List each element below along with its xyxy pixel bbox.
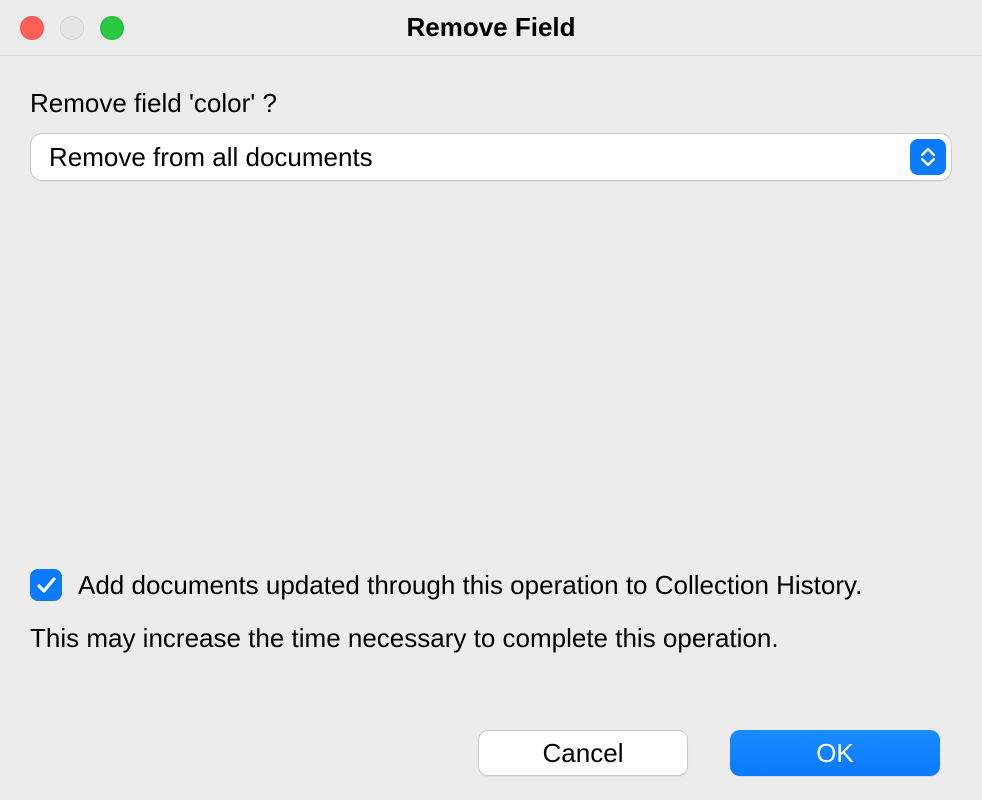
- close-window-button[interactable]: [20, 16, 44, 40]
- traffic-lights: [20, 16, 124, 40]
- dialog-content: Remove field 'color' ? Remove from all d…: [0, 56, 982, 800]
- history-warning: This may increase the time necessary to …: [30, 623, 952, 654]
- chevron-up-down-icon: [910, 139, 946, 175]
- window-title: Remove Field: [406, 12, 575, 43]
- zoom-window-button[interactable]: [100, 16, 124, 40]
- scope-select[interactable]: Remove from all documents: [30, 133, 952, 181]
- history-checkbox-row: Add documents updated through this opera…: [30, 568, 952, 603]
- cancel-button[interactable]: Cancel: [478, 730, 688, 776]
- checkmark-icon: [35, 574, 57, 596]
- history-checkbox[interactable]: [30, 569, 62, 601]
- button-row: Cancel OK: [30, 730, 952, 776]
- minimize-window-button[interactable]: [60, 16, 84, 40]
- titlebar: Remove Field: [0, 0, 982, 56]
- dialog-window: Remove Field Remove field 'color' ? Remo…: [0, 0, 982, 800]
- ok-button[interactable]: OK: [730, 730, 940, 776]
- prompt-label: Remove field 'color' ?: [30, 88, 952, 119]
- scope-select-value: Remove from all documents: [30, 133, 952, 181]
- history-checkbox-label: Add documents updated through this opera…: [78, 568, 862, 603]
